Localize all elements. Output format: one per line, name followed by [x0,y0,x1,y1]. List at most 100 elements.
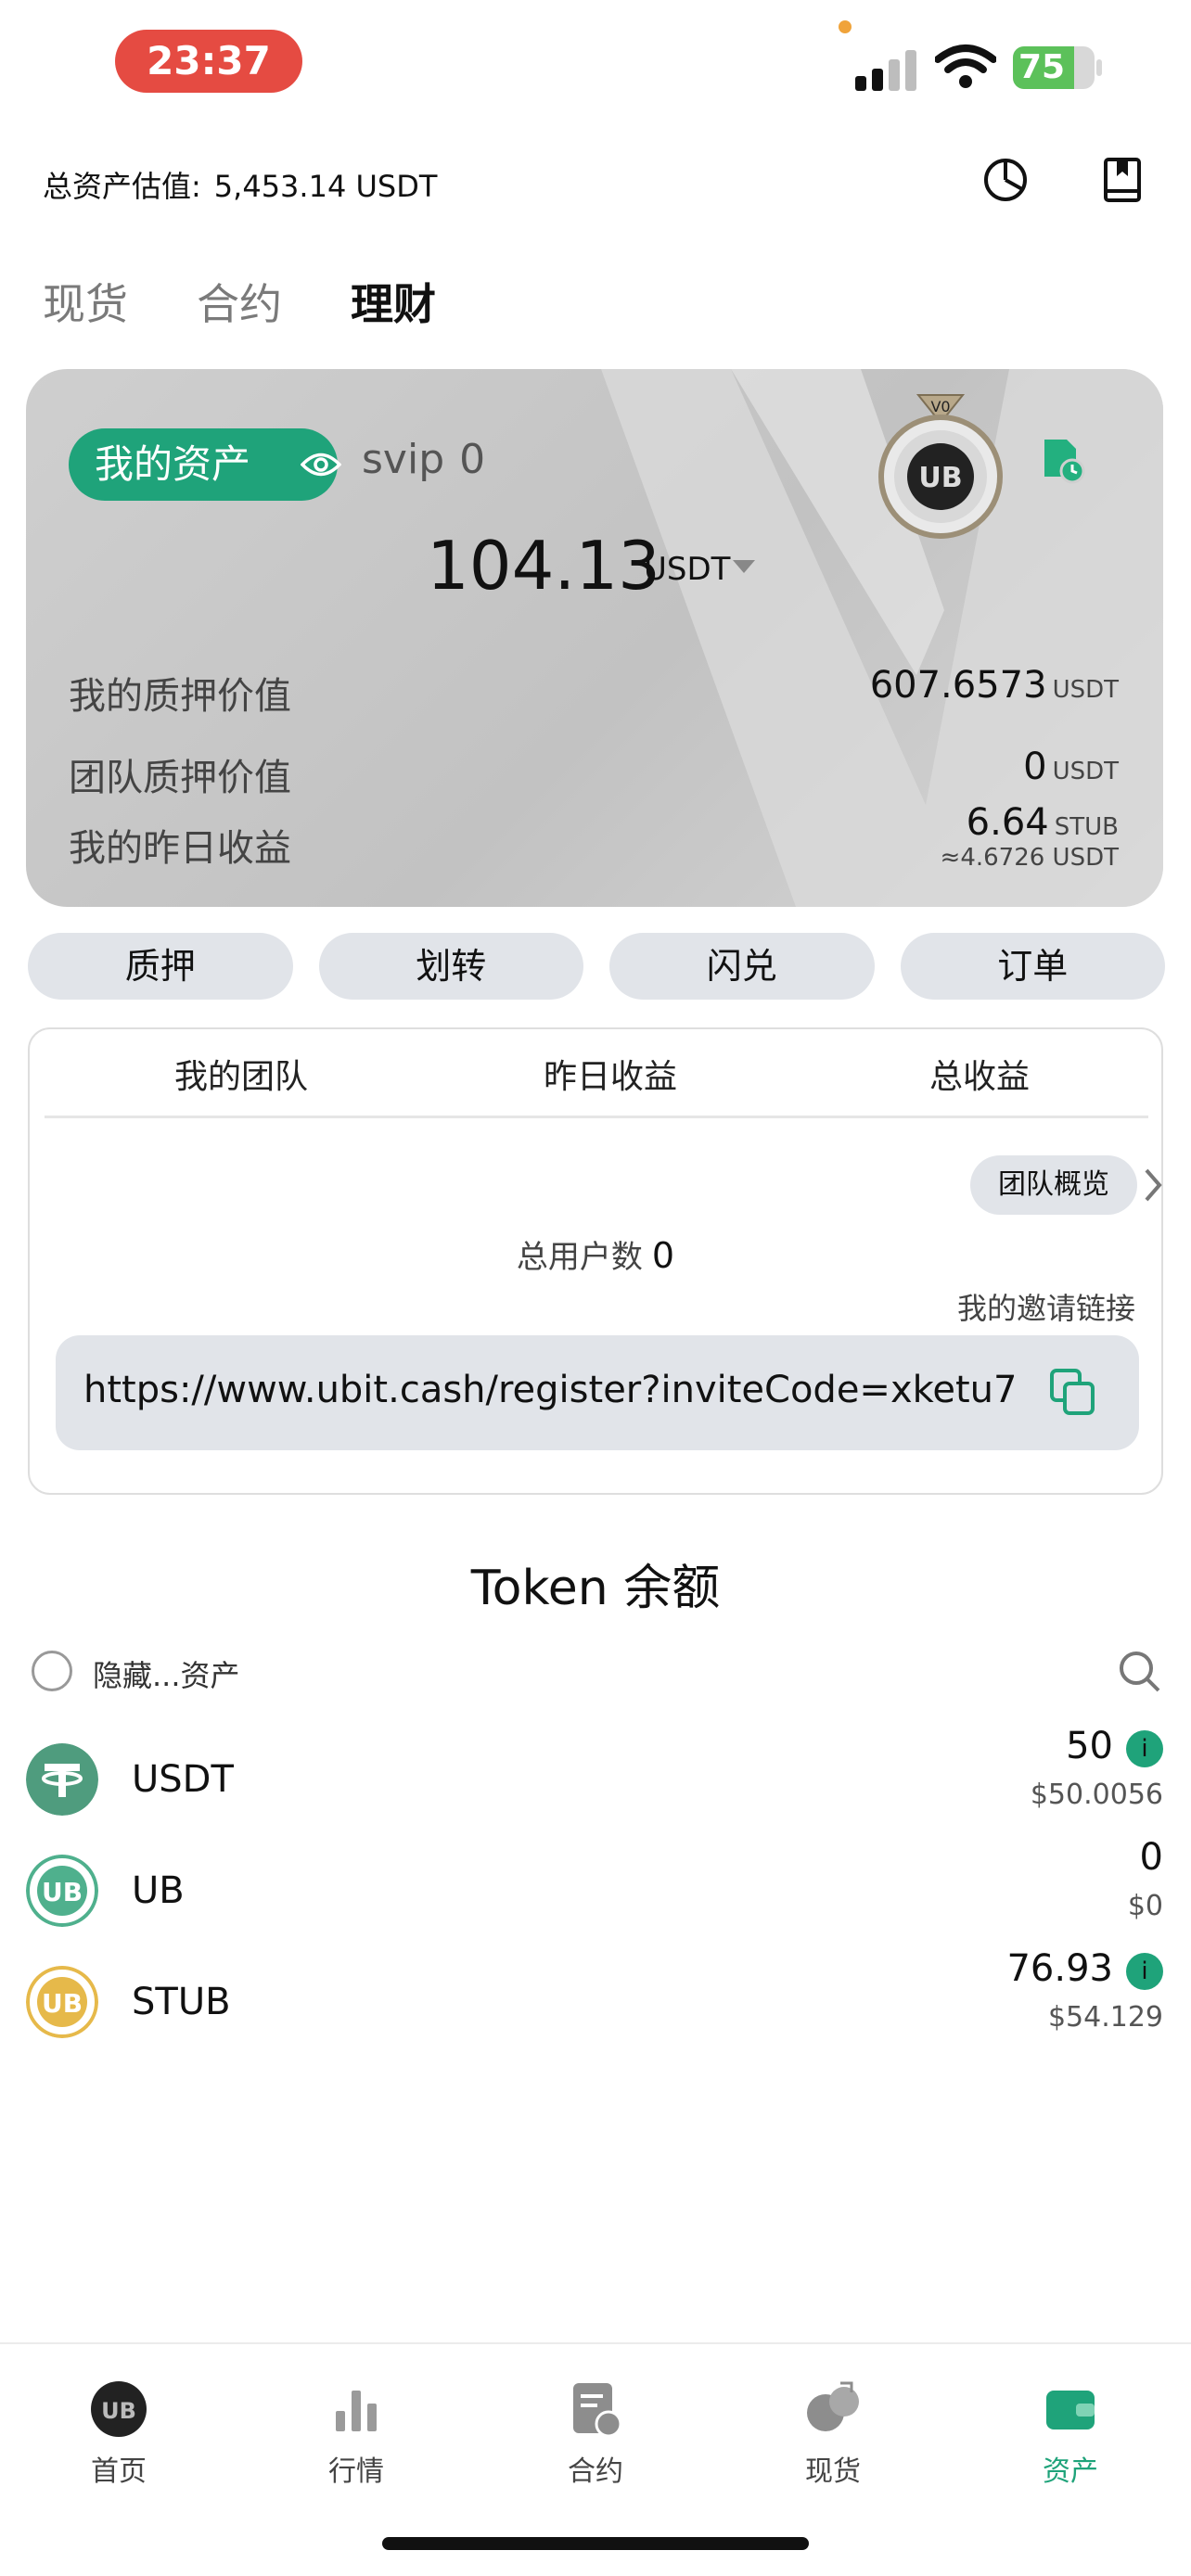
invite-url: https://www.ubit.cash/register?inviteCod… [83,1369,1018,1411]
nav-contract[interactable]: 合约 [521,2379,670,2489]
record-doc-icon[interactable] [1041,436,1085,484]
tab-total-earnings[interactable]: 总收益 [929,1050,1030,1098]
wallet-icon [1046,2391,1095,2429]
yesterday-earnings-unit: STUB [1054,813,1119,841]
transfer-button[interactable]: 划转 [318,933,583,1000]
hide-assets-radio[interactable] [32,1651,72,1691]
unit-dropdown-icon[interactable] [733,560,755,573]
nav-market[interactable]: 行情 [282,2379,430,2489]
token-name: USDT [132,1758,234,1801]
nav-label: 合约 [568,2455,623,2488]
battery-icon: 75 [1013,46,1095,89]
svip-level: svip 0 [362,436,485,483]
team-pledge-unit: USDT [1052,758,1119,785]
svg-text:UB: UB [42,1988,83,2019]
svip-label: svip [362,436,445,483]
nav-label: 现货 [805,2455,861,2488]
badge-logo: UB [918,462,962,494]
status-time: 23:37 [115,30,302,93]
spot-coins-icon [807,2381,859,2431]
orders-button[interactable]: 订单 [900,933,1165,1000]
team-overview-button[interactable]: 团队概览 [970,1155,1137,1215]
team-panel: 我的团队 昨日收益 总收益 团队概览 总用户数 0 我的邀请链接 https://… [28,1027,1163,1495]
eye-icon[interactable] [301,451,341,478]
svg-text:UB: UB [101,2398,136,2424]
token-name: UB [132,1869,185,1912]
book-icon[interactable] [1098,156,1146,204]
tab-my-team[interactable]: 我的团队 [174,1050,308,1098]
yesterday-earnings-usdt: ≈4.6726 USDT [940,844,1119,872]
total-users-count: 0 [651,1235,675,1276]
invite-link-box: https://www.ubit.cash/register?inviteCod… [56,1335,1139,1450]
token-amount: 0 [1139,1836,1163,1879]
token-amount: 50 [1066,1725,1113,1767]
pledge-button[interactable]: 质押 [28,933,293,1000]
pledge-value-number: 607.6573 [869,664,1047,707]
token-balance-title: Token 余额 [470,1561,721,1616]
team-pledge-value: 0 USDT [1023,746,1119,788]
total-assets-label: 总资产估值: [43,169,201,204]
token-usd-value: $50.0056 [1030,1779,1163,1811]
pledge-value-label: 我的质押价值 [69,675,291,718]
contract-doc-icon [573,2383,622,2438]
token-usd-value: $54.129 [1047,2001,1163,2034]
stub-coin-icon: UB [26,1966,98,2038]
token-amount: 76.93 [1006,1947,1113,1990]
hide-assets-label: 隐藏...资产 [93,1658,240,1693]
pie-chart-icon[interactable] [981,156,1030,204]
my-assets-pill[interactable]: 我的资产 [69,428,341,501]
cellular-signal-icon [855,46,920,91]
action-buttons: 质押 划转 闪兑 订单 [28,933,1165,1000]
pledge-value-unit: USDT [1052,676,1119,704]
total-assets: 总资产估值: 5,453.14 USDT [43,163,437,206]
token-row-usdt[interactable]: USDT 50 i $50.0056 [26,1725,1163,1825]
total-users-label: 总用户数 [516,1239,643,1276]
tab-finance[interactable]: 理财 [351,271,436,332]
team-tabs: 我的团队 昨日收益 总收益 [45,1029,1148,1118]
tab-spot[interactable]: 现货 [43,271,128,332]
nav-label: 行情 [328,2455,384,2488]
nav-assets[interactable]: 资产 [996,2379,1145,2489]
token-row-ub[interactable]: UB UB 0 $0 [26,1836,1163,1936]
wifi-icon [935,45,996,88]
status-bar: 23:37 75 [0,0,1191,130]
chevron-right-icon[interactable] [1139,1163,1167,1207]
tab-yesterday-earnings[interactable]: 昨日收益 [544,1050,677,1098]
token-name: STUB [132,1981,231,2023]
tab-contract[interactable]: 合约 [197,271,282,332]
mic-indicator-dot [839,20,852,33]
vip-badge-icon: V0 UB [878,394,1003,539]
home-indicator [382,2537,809,2550]
battery-percent: 75 [1018,48,1066,86]
top-tabs: 现货 合约 理财 [43,271,436,332]
asset-amount-unit: USDT [644,551,731,588]
svip-level-value: 0 [459,436,486,483]
copy-icon[interactable] [1048,1367,1098,1419]
nav-label: 资产 [1043,2455,1098,2488]
my-assets-label: 我的资产 [95,441,251,487]
badge-level: V0 [930,398,950,415]
yesterday-earnings-value: 6.64 STUB [967,801,1119,844]
tether-icon [26,1743,98,1816]
info-icon[interactable]: i [1126,1953,1163,1990]
ub-coin-icon: UB [26,1855,98,1927]
team-pledge-label: 团队质押价值 [69,757,291,799]
invite-link-label: 我的邀请链接 [956,1291,1135,1326]
token-row-stub[interactable]: UB STUB 76.93 i $54.129 [26,1947,1163,2047]
search-icon[interactable] [1117,1649,1161,1693]
team-pledge-number: 0 [1023,746,1047,788]
svg-text:UB: UB [42,1877,83,1907]
flash-swap-button[interactable]: 闪兑 [609,933,875,1000]
nav-label: 首页 [91,2455,147,2488]
asset-amount: 104.13 [427,527,660,605]
total-assets-value: 5,453.14 USDT [213,169,438,204]
total-users: 总用户数 0 [30,1231,1161,1277]
bar-chart-icon [336,2391,377,2431]
nav-home[interactable]: UB 首页 [45,2379,193,2489]
battery-cap [1096,59,1102,76]
pledge-value: 607.6573 USDT [870,664,1119,707]
token-usd-value: $0 [1127,1890,1163,1922]
asset-card: 我的资产 svip 0 V0 UB 104.13 USDT 我的质押价值 607.… [26,369,1163,907]
info-icon[interactable]: i [1126,1730,1163,1767]
nav-spot[interactable]: 现货 [759,2379,907,2489]
